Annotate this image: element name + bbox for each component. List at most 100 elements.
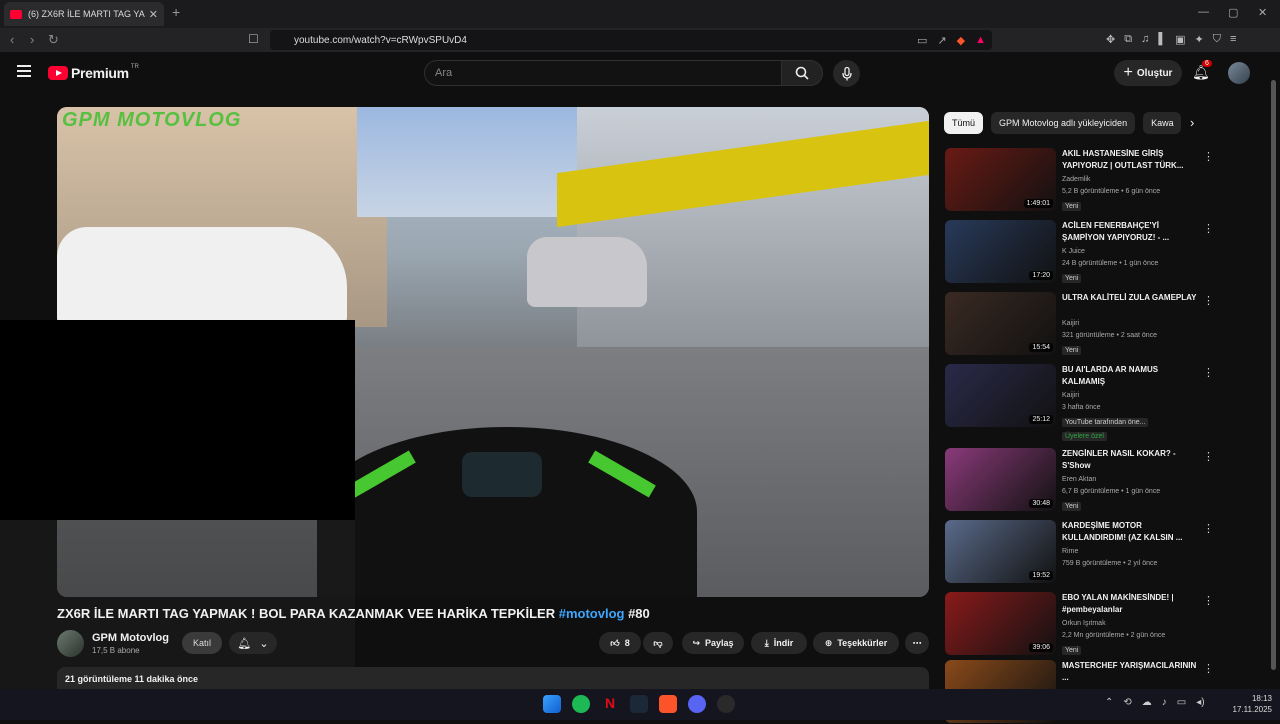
recommendation-channel[interactable]: Eren Aktan [1062, 476, 1096, 483]
notifications-button[interactable]: 🔔︎ 6 [1192, 60, 1212, 81]
chevron-up-icon[interactable]: ⌃ [1105, 697, 1113, 708]
subscription-bell-button[interactable]: 🔔︎ ⌄ [229, 632, 277, 654]
reload-icon[interactable]: ↻ [48, 32, 59, 48]
discord-icon[interactable] [688, 695, 706, 713]
volume-icon[interactable]: ◂) [1196, 697, 1204, 708]
video-thumbnail[interactable]: 1:49:01 [945, 148, 1056, 211]
recommendation-item[interactable]: 30:48 ZENGİNLER NASIL KOKAR? - S'Show Eren… [945, 448, 1225, 512]
video-thumbnail[interactable]: 19:52 [945, 520, 1056, 583]
recommendation-title[interactable]: ULTRA KALİTELİ ZULA GAMEPLAY [1062, 292, 1197, 304]
more-options-icon[interactable]: ⋮ [1203, 222, 1214, 235]
new-tab-button[interactable]: + [172, 4, 180, 20]
search-input[interactable]: Ara [424, 60, 782, 86]
recommendation-title[interactable]: MASTERCHEF YARIŞMACILARININ ... [1062, 660, 1197, 684]
more-options-icon[interactable]: ⋮ [1203, 366, 1214, 379]
start-icon[interactable] [543, 695, 561, 713]
chevron-right-icon[interactable]: › [1190, 115, 1194, 130]
back-icon[interactable]: ‹ [10, 32, 14, 47]
recommendation-item[interactable]: 1:49:01 AKIL HASTANESİNE GİRİŞ YAPIYORUZ … [945, 148, 1225, 212]
avatar[interactable] [1228, 62, 1250, 84]
screenshot-icon[interactable]: ⧉ [1124, 33, 1132, 46]
chip-kawa[interactable]: Kawa [1143, 112, 1182, 134]
mic-tray-icon[interactable]: ♪ [1162, 697, 1167, 708]
more-actions-button[interactable]: ⋯ [905, 632, 929, 654]
forward-icon[interactable]: › [30, 32, 34, 47]
recommendation-item[interactable]: 17:20 ACİLEN FENERBAHÇE'Yİ ŞAMPİYON YAPIY… [945, 220, 1225, 284]
brave-shield-icon[interactable]: ◆ [957, 34, 965, 47]
recommendation-channel[interactable]: Kaijiri [1062, 392, 1079, 399]
recommendation-title[interactable]: ZENGİNLER NASIL KOKAR? - S'Show [1062, 448, 1197, 472]
clock[interactable]: 18:13 17.11.2025 [1228, 693, 1272, 715]
dislike-button[interactable]: 👎︎ [643, 632, 673, 654]
hashtag-link[interactable]: #motovlog [559, 606, 625, 621]
network-icon[interactable]: ▭ [1177, 697, 1186, 708]
video-thumbnail[interactable]: 25:12 [945, 364, 1056, 427]
browser-tab[interactable]: (6) ZX6R İLE MARTI TAG YAPMA... ✕ [4, 2, 164, 26]
chip-from-uploader[interactable]: GPM Motovlog adlı yükleyiciden [991, 112, 1136, 134]
recommendation-channel[interactable]: Rime [1062, 548, 1078, 555]
app-icon[interactable] [717, 695, 735, 713]
cast-icon[interactable]: ▭ [917, 34, 927, 47]
recommendation-channel[interactable]: Zademlik [1062, 176, 1090, 183]
sidebar-icon[interactable]: ▌ [1158, 33, 1166, 46]
recommendation-channel[interactable]: Orkun Işıtmak [1062, 620, 1106, 627]
youtube-logo[interactable]: Premium TR [48, 64, 139, 81]
vpn-icon[interactable]: ⛉ [1213, 33, 1221, 46]
brave-icon[interactable] [659, 695, 677, 713]
search-button[interactable] [781, 60, 823, 86]
recommendation-title[interactable]: BU AI'LARDA AR NAMUS KALMAMIŞ [1062, 364, 1197, 388]
cloud-icon[interactable]: ☁ [1142, 697, 1152, 708]
scrollbar-thumb[interactable] [1271, 80, 1276, 670]
more-options-icon[interactable]: ⋮ [1203, 150, 1214, 163]
recommendation-item[interactable]: 19:52 KARDEŞİME MOTOR KULLANDIRDIM! (AZ K… [945, 520, 1225, 584]
minimize-button[interactable]: — [1198, 6, 1209, 18]
channel-avatar[interactable] [57, 630, 84, 657]
steam-icon[interactable] [630, 695, 648, 713]
media-icon[interactable]: ♫ [1141, 33, 1149, 46]
more-options-icon[interactable]: ⋮ [1203, 450, 1214, 463]
like-button[interactable]: 👍︎ 8 [599, 632, 641, 654]
video-thumbnail[interactable]: 17:20 [945, 220, 1056, 283]
share-url-icon[interactable]: ↗ [937, 34, 946, 47]
recommendation-channel[interactable]: Kaijiri [1062, 320, 1079, 327]
brave-rewards-icon[interactable]: ▲ [975, 34, 986, 47]
download-button[interactable]: ⤓ İndir [751, 632, 807, 654]
recommendation-title[interactable]: KARDEŞİME MOTOR KULLANDIRDIM! (AZ KALSIN… [1062, 520, 1197, 544]
tab-close-icon[interactable]: ✕ [149, 8, 158, 21]
thanks-button[interactable]: ⊕ Teşekkürler [813, 632, 899, 654]
recommendation-item[interactable]: 15:54 ULTRA KALİTELİ ZULA GAMEPLAY Kaijiri… [945, 292, 1225, 356]
wallet-icon[interactable]: ▣ [1175, 33, 1185, 46]
recommendation-title[interactable]: AKIL HASTANESİNE GİRİŞ YAPIYORUZ | OUTLA… [1062, 148, 1197, 172]
video-thumbnail[interactable]: 15:54 [945, 292, 1056, 355]
more-options-icon[interactable]: ⋮ [1203, 522, 1214, 535]
window-close-button[interactable]: ✕ [1258, 6, 1267, 19]
recommendation-item[interactable]: 25:12 BU AI'LARDA AR NAMUS KALMAMIŞ Kaijir… [945, 364, 1225, 441]
recommendation-item[interactable]: 39:06 EBO YALAN MAKİNESİNDE! | #pembeyala… [945, 592, 1225, 656]
page-scrollbar[interactable] [1271, 60, 1276, 685]
recommendation-title[interactable]: EBO YALAN MAKİNESİNDE! | #pembeyalanlar [1062, 592, 1197, 616]
menu-icon[interactable]: ≡ [1230, 33, 1236, 46]
extensions-icon[interactable]: ✥ [1106, 33, 1115, 46]
more-options-icon[interactable]: ⋮ [1203, 662, 1214, 675]
bookmark-icon[interactable]: ☐ [248, 32, 259, 46]
recommendation-title[interactable]: ACİLEN FENERBAHÇE'Yİ ŞAMPİYON YAPIYORUZ!… [1062, 220, 1197, 244]
video-thumbnail[interactable]: 30:48 [945, 448, 1056, 511]
spotify-icon[interactable] [572, 695, 590, 713]
video-thumbnail[interactable]: 39:06 [945, 592, 1056, 655]
chip-all[interactable]: Tümü [944, 112, 984, 134]
address-bar[interactable]: youtube.com/watch?v=cRWpvSPUvD4 ▭ ↗ ◆ ▲ [270, 30, 992, 50]
maximize-button[interactable]: ▢ [1228, 6, 1238, 19]
duration-badge: 15:54 [1029, 343, 1053, 352]
voice-search-button[interactable] [833, 60, 860, 87]
more-options-icon[interactable]: ⋮ [1203, 294, 1214, 307]
channel-name[interactable]: GPM Motovlog [92, 632, 169, 644]
join-button[interactable]: Katıl [182, 632, 222, 654]
leo-ai-icon[interactable]: ✦ [1195, 33, 1204, 46]
guide-menu-icon[interactable] [17, 65, 31, 77]
recommendation-channel[interactable]: K Juice [1062, 248, 1085, 255]
netflix-icon[interactable]: N [601, 695, 619, 713]
more-options-icon[interactable]: ⋮ [1203, 594, 1214, 607]
share-button[interactable]: ↪ Paylaş [682, 632, 744, 654]
create-button[interactable]: + Oluştur [1114, 60, 1182, 86]
sync-icon[interactable]: ⟲ [1123, 697, 1131, 708]
